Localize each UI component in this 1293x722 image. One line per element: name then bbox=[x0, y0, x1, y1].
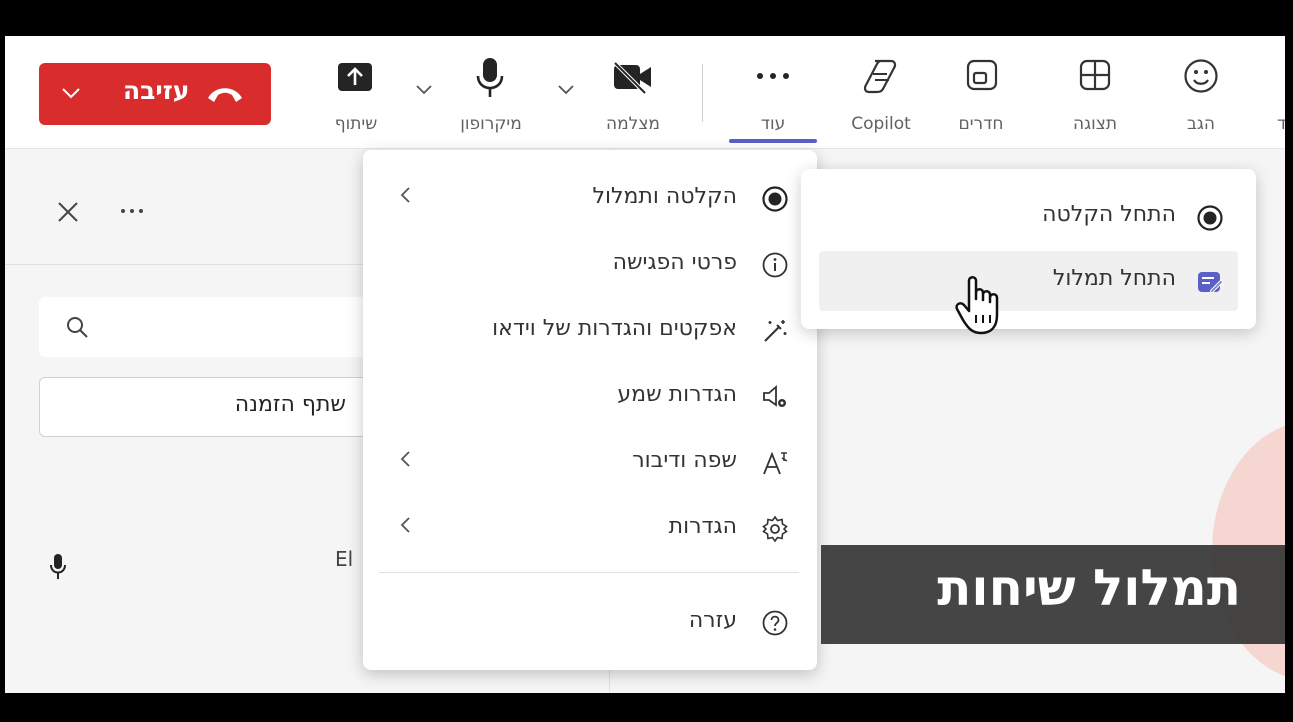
submenu-chevron-icon bbox=[400, 187, 410, 203]
menu-separator bbox=[379, 572, 799, 573]
hang-up-icon bbox=[208, 88, 242, 102]
participant-mic-icon bbox=[50, 554, 66, 579]
recording-submenu: התחל הקלטה התחל תמלול bbox=[801, 169, 1256, 329]
view-label: תצוגה bbox=[1072, 114, 1118, 134]
start-recording-item[interactable]: התחל הקלטה bbox=[819, 187, 1238, 247]
more-label: עוד bbox=[760, 114, 786, 134]
leave-button[interactable]: עזיבה bbox=[39, 63, 271, 125]
record-icon bbox=[762, 186, 788, 212]
submenu-item-label: התחל תמלול bbox=[1052, 266, 1176, 291]
rooms-label: חדרים bbox=[958, 114, 1004, 134]
menu-item-language-speech[interactable]: שפה ודיבור bbox=[363, 430, 817, 496]
microphone-label: מיקרופון bbox=[460, 114, 522, 134]
share-invite-label: שתף הזמנה bbox=[234, 392, 346, 417]
meeting-toolbar: עזיבה שיתוף מיקרופון מצלמה עוד Copilot ח… bbox=[5, 36, 1285, 149]
panel-more-icon[interactable] bbox=[120, 208, 144, 214]
menu-item-meeting-info[interactable]: פרטי הפגישה bbox=[363, 232, 817, 298]
menu-item-label: הגדרות bbox=[668, 514, 737, 539]
cut-off-toolbar-label: ד bbox=[1277, 114, 1285, 134]
menu-item-settings[interactable]: הגדרות bbox=[363, 496, 817, 562]
close-icon[interactable] bbox=[57, 201, 79, 223]
more-menu: הקלטה ותמלול פרטי הפגישה אפקטים והגדרות … bbox=[363, 150, 817, 670]
breakout-rooms-icon bbox=[966, 59, 998, 91]
menu-item-label: אפקטים והגדרות של וידאו bbox=[492, 316, 737, 341]
grid-view-icon bbox=[1079, 59, 1111, 91]
video-caption-banner: תמלול שיחות bbox=[821, 545, 1285, 644]
menu-item-help[interactable]: עזרה bbox=[363, 590, 817, 656]
participant-name-partial: El bbox=[335, 547, 354, 571]
toolbar-divider bbox=[702, 64, 703, 122]
mic-options-chevron-icon[interactable] bbox=[415, 83, 433, 97]
smiley-icon bbox=[1184, 59, 1218, 93]
camera-options-chevron-icon[interactable] bbox=[557, 83, 575, 97]
chevron-down-icon[interactable] bbox=[59, 81, 83, 105]
menu-item-video-effects[interactable]: אפקטים והגדרות של וידאו bbox=[363, 298, 817, 364]
leave-label: עזיבה bbox=[123, 76, 190, 105]
menu-item-label: הגדרות שמע bbox=[617, 382, 737, 407]
menu-item-label: פרטי הפגישה bbox=[612, 250, 737, 275]
speaker-settings-icon bbox=[763, 385, 786, 407]
menu-item-label: עזרה bbox=[688, 608, 737, 633]
search-icon bbox=[67, 317, 88, 338]
submenu-item-label: התחל הקלטה bbox=[1042, 202, 1176, 227]
menu-item-label: שפה ודיבור bbox=[632, 448, 737, 473]
copilot-icon bbox=[863, 59, 897, 94]
language-icon bbox=[763, 451, 788, 475]
submenu-chevron-icon bbox=[400, 517, 410, 533]
magic-wand-icon bbox=[764, 320, 787, 342]
share-label: שיתוף bbox=[334, 114, 378, 134]
caption-text: תמלול שיחות bbox=[937, 559, 1241, 617]
copilot-label: Copilot bbox=[851, 114, 911, 134]
more-dots-icon bbox=[757, 73, 789, 79]
menu-item-label: הקלטה ותמלול bbox=[592, 184, 737, 209]
camera-label: מצלמה bbox=[606, 114, 660, 134]
submenu-chevron-icon bbox=[400, 451, 410, 467]
react-label: הגב bbox=[1187, 114, 1215, 134]
menu-item-audio-settings[interactable]: הגדרות שמע bbox=[363, 364, 817, 430]
teams-meeting-window: עזיבה שיתוף מיקרופון מצלמה עוד Copilot ח… bbox=[5, 36, 1285, 693]
share-screen-icon bbox=[338, 63, 372, 91]
microphone-icon bbox=[476, 58, 504, 97]
camera-off-icon bbox=[613, 61, 651, 94]
hand-cursor-icon bbox=[955, 276, 999, 335]
info-icon bbox=[762, 252, 788, 278]
transcript-icon bbox=[1198, 272, 1224, 294]
gear-icon bbox=[762, 515, 788, 543]
help-icon bbox=[762, 610, 788, 636]
start-transcription-item[interactable]: התחל תמלול bbox=[819, 251, 1238, 311]
record-icon bbox=[1197, 205, 1223, 231]
more-active-indicator bbox=[729, 139, 817, 143]
menu-item-recording-transcription[interactable]: הקלטה ותמלול bbox=[363, 166, 817, 232]
